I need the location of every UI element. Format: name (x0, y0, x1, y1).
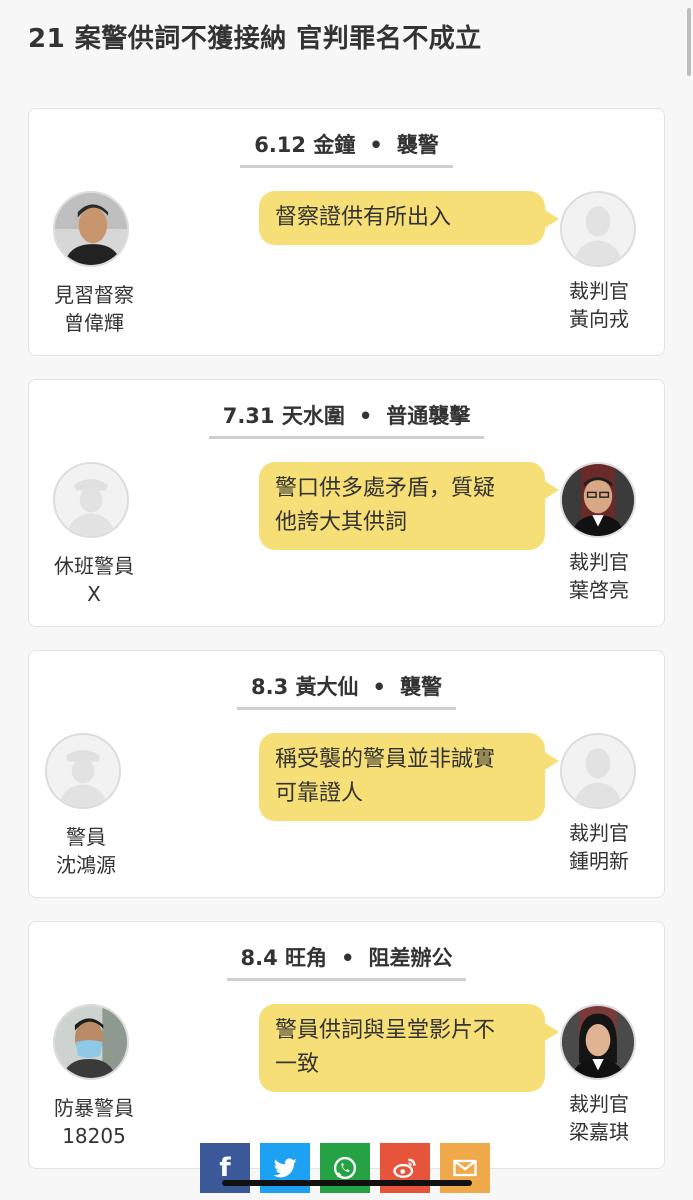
quote-bubble: 稱受襲的警員並非誠實 可靠證人 (259, 733, 559, 821)
article-headline: 21 案警供詞不獲接納 官判罪名不成立 (28, 24, 482, 54)
officer-name: 18205 (62, 1124, 126, 1148)
magistrate-name: 黃向戎 (569, 307, 629, 331)
case-card: 8.3 黃大仙 • 襲警 警員 沈鴻源 稱受襲的警員並非誠實 可靠證人 裁判官 … (28, 650, 665, 898)
quote-line: 警口供多處矛盾，質疑 (275, 476, 496, 501)
quote-line: 一致 (275, 1052, 320, 1077)
case-title: 8.4 旺角 • 阻差辦公 (29, 942, 664, 981)
magistrate-photo-icon (562, 1006, 634, 1078)
magistrate-avatar (560, 733, 636, 809)
officer-name: 曾偉輝 (64, 311, 124, 335)
magistrate-avatar (560, 191, 636, 267)
home-indicator[interactable] (222, 1180, 472, 1186)
case-card: 7.31 天水圍•普通襲擊 休班警員 X 警口供多處矛盾，質疑 他誇大其供詞 (28, 379, 665, 627)
quote-line: 督察證供有所出入 (275, 205, 452, 230)
magistrate-label: 裁判官 鍾明新 (534, 819, 664, 875)
officer-photo-icon (55, 193, 127, 265)
magistrate-photo-avatar (560, 1004, 636, 1080)
person-silhouette-icon (562, 735, 634, 807)
case-card: 6.12 金鐘 • 襲警 見習督察 曾偉輝 督察證供有所出入 裁判官 黃向戎 (28, 108, 665, 356)
article-page: 21 案警供詞不獲接納 官判罪名不成立 6.12 金鐘 • 襲警 見習督察 曾偉輝 … (0, 0, 693, 1200)
case-date-location: 6.12 金鐘 (254, 133, 356, 157)
officer-label: 警員 沈鴻源 (21, 823, 151, 879)
magistrate-name: 鍾明新 (569, 849, 629, 873)
officer-avatar (45, 733, 121, 809)
quote-line: 警員供詞與呈堂影片不 (275, 1018, 496, 1043)
officer-photo-avatar (53, 1004, 129, 1080)
magistrate-photo-icon (562, 464, 634, 536)
magistrate-role: 裁判官 (569, 1092, 629, 1116)
quote-line: 可靠證人 (275, 781, 364, 806)
magistrate-role: 裁判官 (569, 550, 629, 574)
magistrate-label: 裁判官 葉啓亮 (534, 548, 664, 604)
magistrate-label: 裁判官 黃向戎 (534, 277, 664, 333)
officer-role: 休班警員 (54, 554, 134, 578)
case-title: 8.3 黃大仙 • 襲警 (29, 671, 664, 710)
magistrate-name: 葉啓亮 (569, 578, 629, 602)
person-silhouette-icon (562, 193, 634, 265)
case-charge: 襲警 (399, 675, 442, 699)
quote-line: 稱受襲的警員並非誠實 (275, 747, 496, 772)
magistrate-name: 梁嘉琪 (569, 1120, 629, 1144)
weibo-icon (393, 1158, 416, 1178)
magistrate-photo-avatar (560, 462, 636, 538)
case-card: 8.4 旺角 • 阻差辦公 防暴警員 18205 警員供詞與呈堂影片不 一致 裁… (28, 921, 665, 1169)
officer-photo-avatar (53, 191, 129, 267)
quote-bubble: 督察證供有所出入 (259, 191, 559, 245)
scrollbar[interactable] (687, 8, 691, 76)
officer-name: X (87, 582, 101, 606)
whatsapp-icon (333, 1156, 357, 1180)
officer-role: 防暴警員 (54, 1096, 134, 1120)
officer-name: 沈鴻源 (56, 853, 116, 877)
case-charge: 普通襲擊 (386, 404, 471, 428)
case-date-location: 8.4 旺角 (240, 946, 328, 970)
magistrate-role: 裁判官 (569, 821, 629, 845)
officer-role: 見習督察 (54, 283, 134, 307)
officer-label: 休班警員 X (29, 552, 159, 608)
facebook-icon: f (219, 1153, 231, 1183)
magistrate-role: 裁判官 (569, 279, 629, 303)
email-icon (453, 1159, 477, 1177)
police-silhouette-icon (55, 464, 127, 536)
officer-role: 警員 (66, 825, 106, 849)
case-charge: 阻差辦公 (368, 946, 453, 970)
quote-bubble: 警員供詞與呈堂影片不 一致 (259, 1004, 559, 1092)
case-charge: 襲警 (396, 133, 439, 157)
quote-bubble: 警口供多處矛盾，質疑 他誇大其供詞 (259, 462, 559, 550)
twitter-icon (273, 1158, 297, 1178)
quote-line: 他誇大其供詞 (275, 510, 408, 535)
officer-avatar (53, 462, 129, 538)
case-title: 7.31 天水圍 • 普通襲擊 (29, 400, 664, 439)
officer-label: 見習督察 曾偉輝 (29, 281, 159, 337)
case-date-location: 7.31 天水圍 (222, 404, 345, 428)
case-title: 6.12 金鐘 • 襲警 (29, 129, 664, 168)
officer-label: 防暴警員 18205 (29, 1094, 159, 1150)
police-silhouette-icon (47, 735, 119, 807)
case-date-location: 8.3 黃大仙 (251, 675, 359, 699)
magistrate-label: 裁判官 梁嘉琪 (534, 1090, 664, 1146)
officer-photo-icon (55, 1006, 127, 1078)
